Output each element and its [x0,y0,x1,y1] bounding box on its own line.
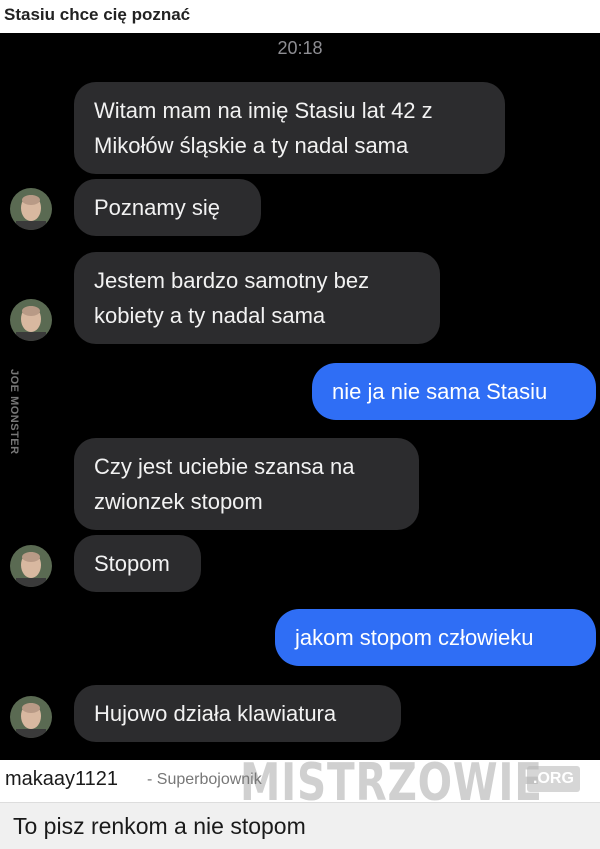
message-bubble-received: Witam mam na imię Stasiu lat 42 z Mikołó… [74,82,505,174]
contact-avatar[interactable] [10,299,52,341]
message-text: zwionzek stopom [94,489,263,514]
page-title: Stasiu chce cię poznać [4,5,191,24]
contact-avatar[interactable] [10,696,52,738]
contact-avatar[interactable] [10,188,52,230]
message-text: Witam mam na imię Stasiu lat 42 z [94,98,433,123]
message-text: Hujowo działa klawiatura [94,701,337,726]
comment-body: To pisz renkom a nie stopom [0,802,600,849]
message-bubble-sent: nie ja nie sama Stasiu [312,363,596,420]
message-text: Mikołów śląskie a ty nadal sama [94,133,409,158]
contact-avatar[interactable] [10,545,52,587]
message-bubble-received: Stopom [74,535,201,592]
message-bubble-received: Poznamy się [74,179,261,236]
message-bubble-received: Jestem bardzo samotny bez kobiety a ty n… [74,252,440,344]
message-bubble-sent: jakom stopom człowieku [275,609,596,666]
comment-text: To pisz renkom a nie stopom [13,813,306,839]
comment-username[interactable]: makaay1121 [5,768,118,791]
message-text: jakom stopom człowieku [295,625,534,650]
comment-user-rank: - Superbojownik [147,771,262,788]
message-text: Jestem bardzo samotny bez [94,268,370,293]
site-watermark-tld: .ORG [527,766,580,792]
message-text: Czy jest uciebie szansa na [94,454,355,479]
message-bubble-received: Czy jest uciebie szansa na zwionzek stop… [74,438,419,530]
chat-timestamp: 20:18 [277,38,323,58]
message-text: Poznamy się [94,195,220,220]
side-watermark: JOE MONSTER [8,369,20,455]
comment-header: MISTRZOWIE .ORG makaay1121 - Superbojown… [0,753,600,813]
chat-screenshot: 20:18 JOE MONSTER Witam mam na imię Stas… [0,33,600,760]
message-text: nie ja nie sama Stasiu [332,379,548,404]
message-bubble-received: Hujowo działa klawiatura [74,685,401,742]
message-text: Stopom [94,551,170,576]
message-text: kobiety a ty nadal sama [94,303,326,328]
